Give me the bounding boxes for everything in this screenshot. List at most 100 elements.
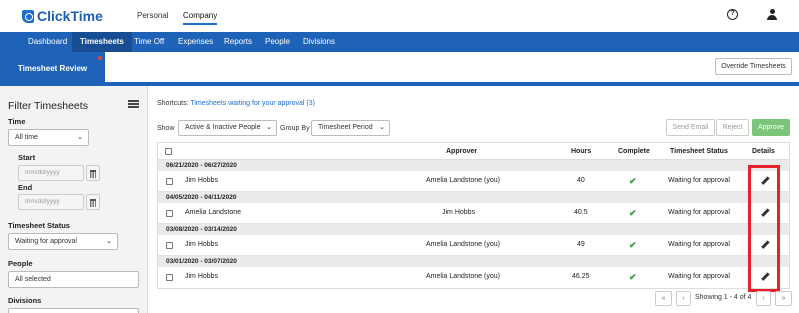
sub-bar: Timesheet Review Override Timesheets	[0, 52, 799, 86]
time-select-value: All time	[15, 134, 38, 141]
table-row: Jim Hobbs Amelia Landstone (you) 46.25 ✔…	[158, 267, 789, 288]
chevron-down-icon: ⌄	[106, 238, 112, 245]
end-label: End	[18, 183, 33, 192]
divisions-label: Divisions	[8, 296, 42, 305]
time-select[interactable]: All time ⌄	[8, 129, 89, 146]
period-group-header: 06/21/2020 - 06/27/2020	[158, 160, 789, 171]
last-page-button[interactable]: »	[775, 291, 792, 306]
period-label: 06/21/2020 - 06/27/2020	[166, 162, 237, 169]
nav-people[interactable]: People	[257, 32, 298, 52]
shortcuts: Shortcuts: Timesheets waiting for your a…	[157, 100, 315, 107]
first-page-button[interactable]: «	[655, 291, 672, 306]
approver-name: Amelia Landstone (you)	[426, 241, 500, 248]
period-label: 04/05/2020 - 04/11/2020	[166, 194, 237, 201]
user-icon[interactable]	[767, 9, 777, 20]
nav-dashboard[interactable]: Dashboard	[20, 32, 75, 52]
reject-button[interactable]: Reject	[716, 119, 749, 136]
groupby-label: Group By	[280, 125, 310, 132]
nav-timesheets[interactable]: Timesheets	[72, 32, 132, 52]
approver-name: Jim Hobbs	[442, 209, 476, 216]
next-page-button[interactable]: ›	[756, 291, 771, 306]
period-group-header: 03/08/2020 - 03/14/2020	[158, 224, 789, 235]
show-select[interactable]: Active & Inactive People ⌄	[178, 120, 277, 136]
details-column-highlight	[748, 165, 780, 292]
filter-title: Filter Timesheets	[8, 100, 88, 112]
logo-text: ClickTime	[37, 8, 103, 24]
notification-dot	[98, 56, 102, 60]
override-timesheets-button[interactable]: Override Timesheets	[715, 58, 792, 75]
divisions-select[interactable]	[8, 308, 139, 313]
nav-reports[interactable]: Reports	[216, 32, 260, 52]
clicktime-logo[interactable]: ClickTime	[22, 8, 103, 24]
row-checkbox[interactable]	[166, 210, 173, 217]
person-name: Amelia Landstone	[185, 209, 242, 216]
chevron-down-icon: ⌄	[77, 134, 83, 141]
groupby-select-value: Timesheet Period	[318, 124, 373, 131]
people-select[interactable]: All selected	[8, 271, 139, 288]
approver-name: Amelia Landstone (you)	[426, 273, 500, 280]
period-group-header: 04/05/2020 - 04/11/2020	[158, 192, 789, 203]
column-complete: Complete	[618, 148, 650, 155]
start-calendar-icon[interactable]	[86, 165, 100, 181]
column-approver: Approver	[446, 148, 478, 155]
hours-value: 40	[577, 177, 585, 184]
top-bar: ClickTime Personal Company ?	[0, 0, 799, 32]
main-nav: Dashboard Timesheets Time Off Expenses R…	[0, 32, 799, 52]
status-text: Waiting for approval	[668, 177, 730, 184]
period-group-header: 03/01/2020 - 03/07/2020	[158, 256, 789, 267]
row-checkbox[interactable]	[166, 274, 173, 281]
column-timesheet-status: Timesheet Status	[670, 148, 728, 155]
status-text: Waiting for approval	[668, 209, 730, 216]
nav-divisions[interactable]: Divisions	[295, 32, 343, 52]
status-text: Waiting for approval	[668, 241, 730, 248]
chevron-down-icon: ⌄	[379, 124, 385, 131]
show-label: Show	[157, 125, 175, 132]
hours-value: 46.25	[572, 273, 590, 280]
complete-check-icon: ✔	[629, 176, 637, 186]
end-date-input[interactable]: mm/dd/yyyy	[18, 194, 84, 210]
timesheet-status-value: Waiting for approval	[15, 238, 77, 245]
complete-check-icon: ✔	[629, 208, 637, 218]
row-checkbox[interactable]	[166, 242, 173, 249]
end-calendar-icon[interactable]	[86, 194, 100, 210]
time-label: Time	[8, 117, 26, 126]
top-nav-company[interactable]: Company	[183, 11, 218, 25]
table-header: Approver Hours Complete Timesheet Status…	[158, 143, 789, 160]
complete-check-icon: ✔	[629, 240, 637, 250]
send-email-button[interactable]: Send Email	[666, 119, 715, 136]
status-text: Waiting for approval	[668, 273, 730, 280]
timesheet-status-select[interactable]: Waiting for approval ⌄	[8, 233, 118, 250]
groupby-select[interactable]: Timesheet Period ⌄	[311, 120, 390, 136]
row-checkbox[interactable]	[166, 178, 173, 185]
hours-value: 49	[577, 241, 585, 248]
person-name: Jim Hobbs	[185, 177, 219, 184]
start-date-input[interactable]: mm/dd/yyyy	[18, 165, 84, 181]
approve-button[interactable]: Approve	[752, 119, 790, 136]
approver-name: Amelia Landstone (you)	[426, 177, 500, 184]
select-all-checkbox[interactable]	[165, 148, 172, 155]
people-label: People	[8, 259, 33, 268]
complete-check-icon: ✔	[629, 272, 637, 282]
table-row: Amelia Landstone Jim Hobbs 40.5 ✔ Waitin…	[158, 203, 789, 224]
filter-panel: Filter Timesheets Time All time ⌄ Start …	[0, 86, 148, 313]
timesheet-status-label: Timesheet Status	[8, 221, 70, 230]
chevron-down-icon: ⌄	[266, 124, 272, 131]
prev-page-button[interactable]: ‹	[676, 291, 691, 306]
tab-timesheet-review[interactable]: Timesheet Review	[0, 52, 105, 82]
pagination-info: Showing 1 - 4 of 4	[695, 294, 752, 301]
timesheets-table: Approver Hours Complete Timesheet Status…	[157, 142, 790, 289]
tab-timesheet-review-label: Timesheet Review	[17, 64, 88, 73]
period-label: 03/08/2020 - 03/14/2020	[166, 226, 237, 233]
shortcut-waiting-approval-link[interactable]: Timesheets waiting for your approval (3)	[190, 100, 315, 107]
hours-value: 40.5	[574, 209, 588, 216]
shortcuts-label: Shortcuts:	[157, 100, 189, 107]
column-details: Details	[752, 148, 775, 155]
nav-time-off[interactable]: Time Off	[126, 32, 172, 52]
filter-list-icon[interactable]	[128, 100, 139, 108]
nav-expenses[interactable]: Expenses	[170, 32, 221, 52]
show-select-value: Active & Inactive People	[185, 124, 261, 131]
help-icon[interactable]: ?	[727, 9, 738, 20]
top-nav-personal[interactable]: Personal	[137, 11, 169, 20]
table-row: Jim Hobbs Amelia Landstone (you) 49 ✔ Wa…	[158, 235, 789, 256]
person-name: Jim Hobbs	[185, 273, 219, 280]
